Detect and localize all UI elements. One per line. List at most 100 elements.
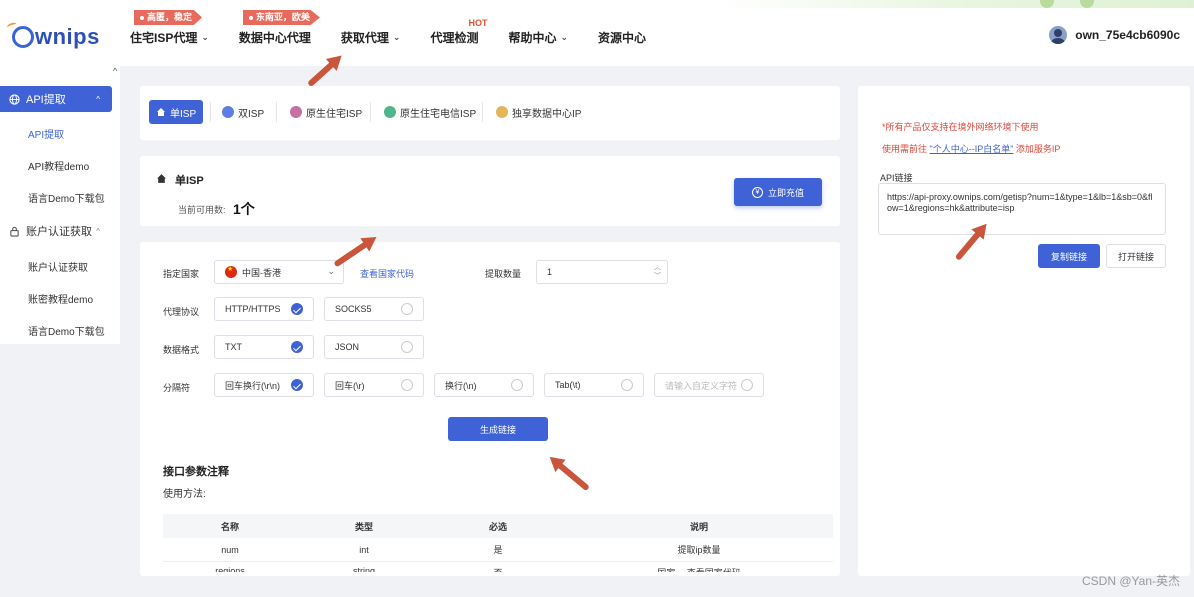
whitelist-link[interactable]: "个人中心--IP白名单" bbox=[930, 144, 1014, 154]
warning-suffix: 添加服务IP bbox=[1013, 144, 1061, 154]
protocol-option-http[interactable]: HTTP/HTTPS bbox=[214, 297, 314, 321]
api-link-field[interactable]: https://api-proxy.ownips.com/getisp?num=… bbox=[878, 183, 1166, 235]
lock-icon bbox=[8, 225, 20, 237]
tab-label: 原生住宅ISP bbox=[306, 108, 363, 120]
sidebar-group-account-auth[interactable]: 账户认证获取 ^ bbox=[0, 218, 112, 244]
separator-option-crlf[interactable]: 回车换行(\r\n) bbox=[214, 373, 314, 397]
hot-badge: HOT bbox=[468, 18, 488, 28]
nav-residential-isp[interactable]: 高匿，稳定 住宅ISP代理 ⌄ bbox=[130, 8, 209, 66]
tab-native-telecom-isp[interactable]: 原生住宅电信ISP bbox=[384, 100, 476, 124]
nav-resource-center[interactable]: 资源中心 bbox=[598, 8, 646, 66]
check-circle-icon bbox=[291, 379, 303, 391]
check-circle-icon bbox=[291, 341, 303, 353]
tab-native-residential-isp[interactable]: 原生住宅ISP bbox=[290, 100, 362, 124]
country-code-link[interactable]: 查看国家代码 bbox=[360, 267, 414, 280]
table-cell: regions bbox=[215, 566, 245, 572]
ownips-logo[interactable]: wnips bbox=[12, 24, 100, 50]
tab-label: 单ISP bbox=[170, 108, 197, 120]
product-info-panel: 单ISP 当前可用数: 1个 ¥ 立即充值 bbox=[140, 156, 840, 226]
residential-isp-icon bbox=[290, 106, 302, 118]
tab-divider bbox=[276, 102, 277, 122]
recharge-button[interactable]: ¥ 立即充值 bbox=[734, 178, 822, 206]
radio-circle-icon bbox=[511, 379, 523, 391]
column-header: 说明 bbox=[689, 521, 708, 532]
top-banner-strip bbox=[0, 0, 1194, 8]
home-icon bbox=[156, 106, 166, 118]
nav-get-proxy[interactable]: 获取代理 ⌄ bbox=[341, 8, 401, 66]
tab-single-isp[interactable]: 单ISP bbox=[149, 100, 204, 124]
chevron-down-icon[interactable]: ﹀ bbox=[654, 272, 661, 281]
column-header: 名称 bbox=[220, 521, 239, 532]
sidebar-group-label: 账户认证获取 bbox=[26, 226, 92, 238]
tab-divider bbox=[210, 102, 211, 122]
separator-option-tab[interactable]: Tab(\t) bbox=[544, 373, 644, 397]
sidebar: ^ API提取 ^ API提取 API教程demo 语言Demo下载包 账户认证… bbox=[0, 66, 120, 344]
dual-isp-icon bbox=[222, 106, 234, 118]
format-label: 数据格式 bbox=[163, 345, 200, 355]
product-title-text: 单ISP bbox=[175, 175, 204, 187]
api-link-panel: *所有产品仅支持在境外网络环境下使用 使用需前往 "个人中心--IP白名单" 添… bbox=[858, 86, 1190, 576]
globe-icon bbox=[8, 93, 20, 105]
custom-separator-input[interactable]: 请输入自定义字符 bbox=[654, 373, 764, 397]
protocol-option-socks5[interactable]: SOCKS5 bbox=[324, 297, 424, 321]
tab-dedicated-datacenter-ip[interactable]: 独享数据中心IP bbox=[496, 100, 581, 124]
chevron-down-icon: ⌄ bbox=[327, 266, 335, 276]
nav-proxy-check[interactable]: HOT 代理检测 bbox=[430, 8, 487, 66]
tab-label: 双ISP bbox=[238, 108, 265, 120]
nav-tag: 东南亚，欧美 bbox=[242, 10, 320, 25]
sidebar-item-account-auth[interactable]: 账户认证获取 bbox=[28, 259, 88, 274]
table-cell: 提取ip数量 bbox=[677, 545, 721, 555]
leaf-decoration bbox=[1040, 0, 1054, 8]
product-title: 单ISP bbox=[156, 172, 204, 188]
sidebar-item-account-demo[interactable]: 账密教程demo bbox=[28, 291, 93, 306]
tab-dual-isp[interactable]: 双ISP bbox=[222, 100, 264, 124]
sidebar-item-api-extract[interactable]: API提取 bbox=[28, 126, 64, 141]
logo-text: wnips bbox=[35, 24, 100, 49]
copy-link-button[interactable]: 复制链接 bbox=[1038, 244, 1100, 268]
check-circle-icon bbox=[291, 303, 303, 315]
protocol-label: 代理协议 bbox=[163, 307, 200, 317]
stepper-arrows[interactable]: ︿ ﹀ bbox=[654, 263, 661, 281]
top-header: wnips 高匿，稳定 住宅ISP代理 ⌄ 东南亚，欧美 数据中心代理 获取代理… bbox=[0, 8, 1194, 66]
format-option-json[interactable]: JSON bbox=[324, 335, 424, 359]
sidebar-group-api-extract[interactable]: API提取 ^ bbox=[0, 86, 112, 112]
table-cell: string bbox=[352, 566, 375, 572]
nav-label: 资源中心 bbox=[598, 30, 647, 45]
table-cell: int bbox=[359, 544, 369, 555]
country-value: 中国-香港 bbox=[242, 267, 281, 278]
country-select[interactable]: 中国-香港 ⌄ bbox=[214, 260, 344, 284]
quantity-stepper[interactable]: 1 ︿ ﹀ bbox=[536, 260, 668, 284]
radio-circle-icon bbox=[401, 341, 413, 353]
column-header: 类型 bbox=[354, 521, 373, 532]
chevron-up-icon[interactable]: ︿ bbox=[654, 263, 661, 272]
params-subtitle: 使用方法: bbox=[163, 489, 206, 500]
generate-link-button[interactable]: 生成链接 bbox=[448, 417, 548, 441]
nav-label: 住宅ISP代理 bbox=[130, 30, 198, 45]
sidebar-item-lang-demo-2[interactable]: 语言Demo下载包 bbox=[28, 323, 105, 338]
watermark: CSDN @Yan-英杰 bbox=[1082, 574, 1180, 588]
quantity-value: 1 bbox=[547, 267, 553, 277]
home-icon bbox=[156, 173, 167, 187]
separator-option-lf[interactable]: 换行(\n) bbox=[434, 373, 534, 397]
user-menu[interactable]: own_75e4cb6090c bbox=[1049, 26, 1180, 44]
radio-circle-icon bbox=[401, 379, 413, 391]
table-row: regions string 否 国家， 查看国家代码 bbox=[163, 562, 833, 572]
logo-mark bbox=[12, 26, 34, 48]
format-option-txt[interactable]: TXT bbox=[214, 335, 314, 359]
chevron-down-icon: ⌄ bbox=[201, 31, 209, 42]
collapse-up-icon[interactable]: ^ bbox=[113, 66, 117, 76]
sidebar-item-lang-demo[interactable]: 语言Demo下载包 bbox=[28, 190, 105, 205]
separator-option-cr[interactable]: 回车(\r) bbox=[324, 373, 424, 397]
extract-form-panel: 指定国家 中国-香港 ⌄ 查看国家代码 提取数量 1 ︿﹀ 代理协议 HTTP/… bbox=[140, 242, 840, 576]
option-label: HTTP/HTTPS bbox=[225, 304, 281, 314]
nav-help-center[interactable]: 帮助中心 ⌄ bbox=[508, 8, 568, 66]
available-label: 当前可用数: bbox=[178, 205, 226, 215]
tab-label: 独享数据中心IP bbox=[512, 108, 582, 120]
product-tabs-panel: 单ISP 双ISP 原生住宅ISP 原生住宅电信ISP 独享数据中心IP bbox=[140, 86, 840, 140]
nav-datacenter-proxy[interactable]: 东南亚，欧美 数据中心代理 bbox=[239, 8, 320, 66]
datacenter-ip-icon bbox=[496, 106, 508, 118]
sidebar-item-api-demo[interactable]: API教程demo bbox=[28, 158, 89, 173]
nav-tag: 高匿，稳定 bbox=[134, 10, 203, 25]
whitelist-warning: 使用需前往 "个人中心--IP白名单" 添加服务IP bbox=[882, 142, 1060, 155]
open-link-button[interactable]: 打开链接 bbox=[1106, 244, 1166, 268]
